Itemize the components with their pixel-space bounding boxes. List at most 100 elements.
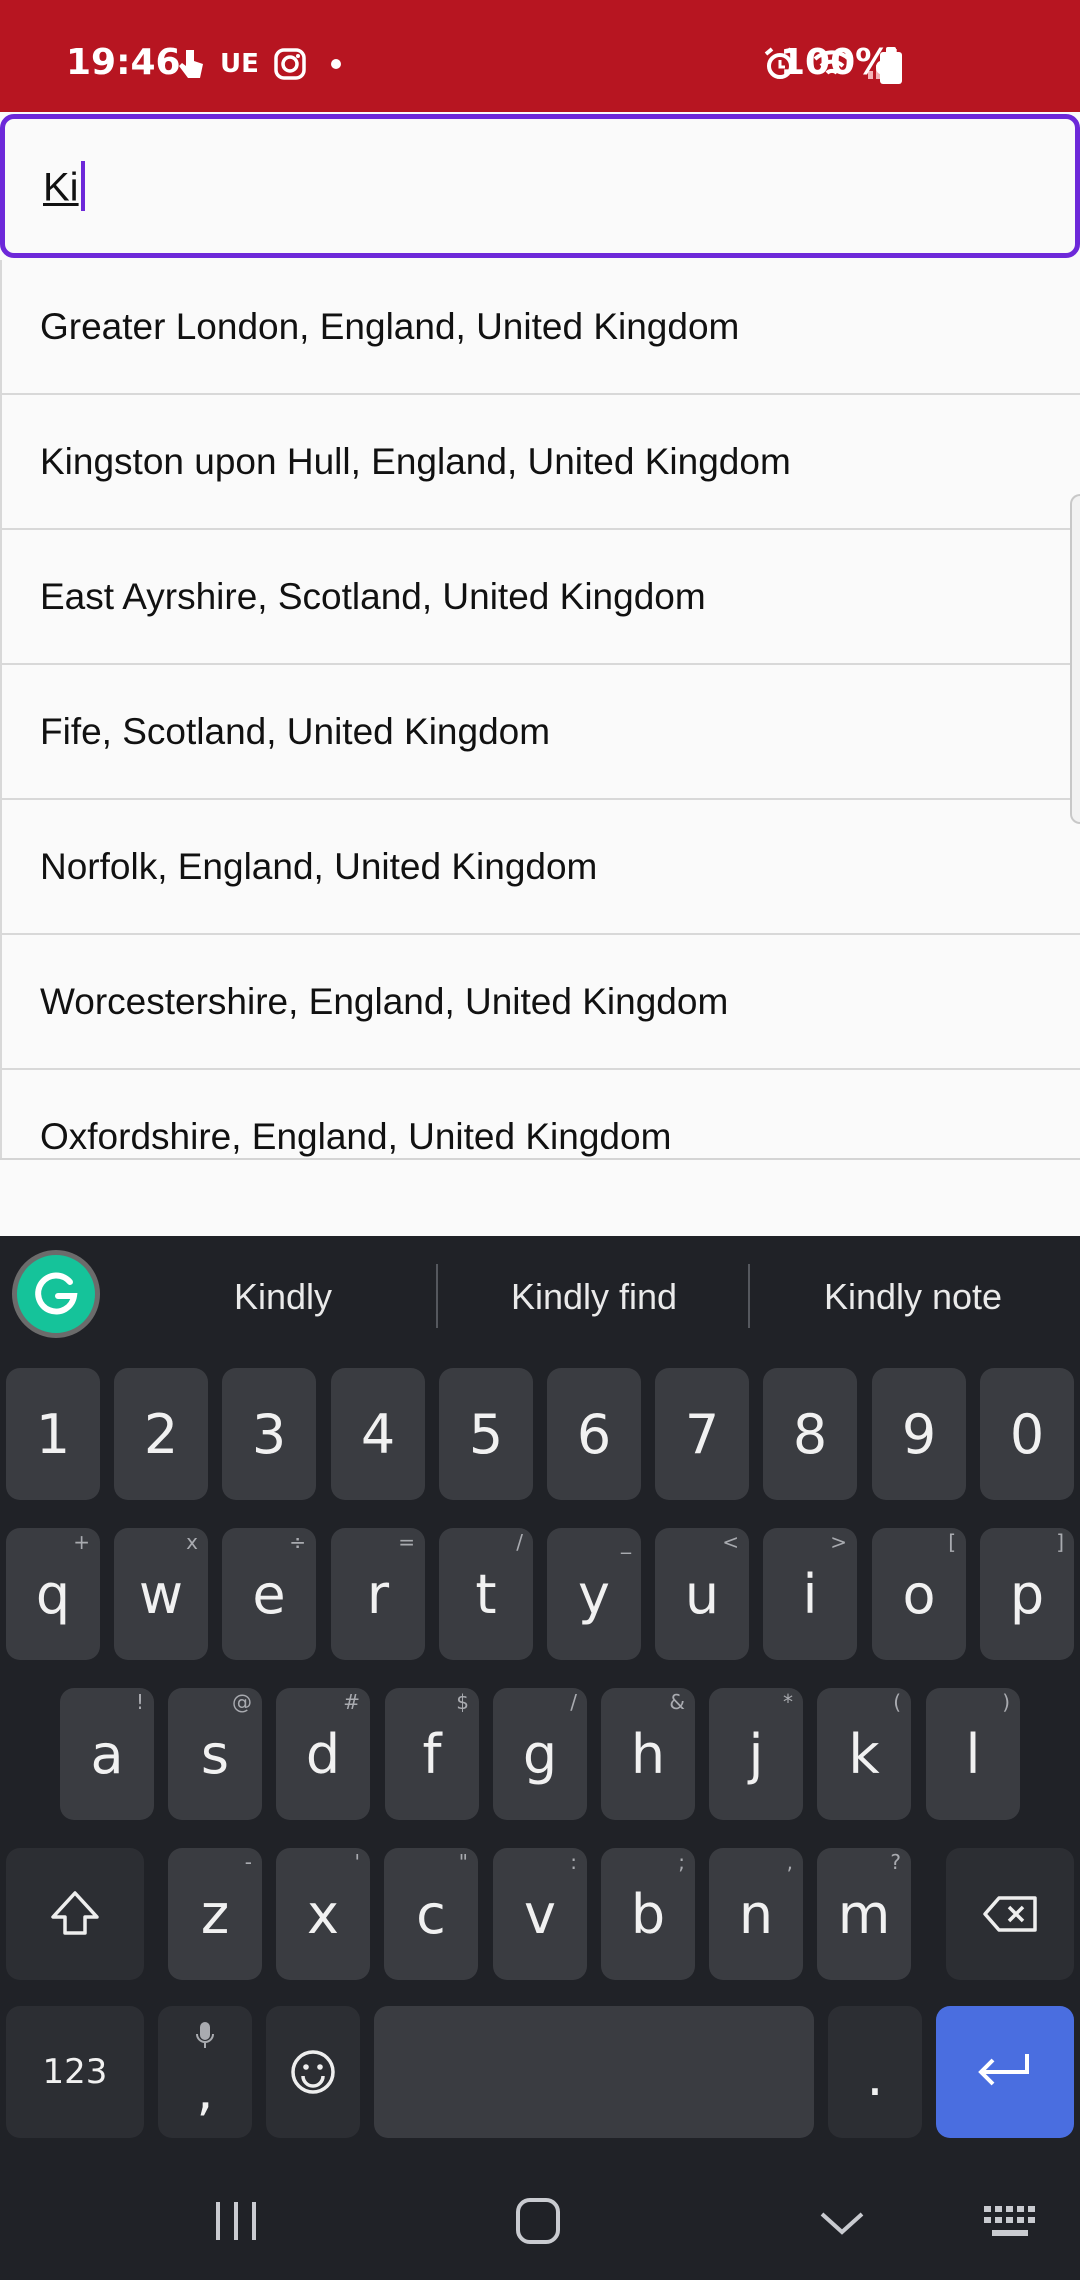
list-item[interactable]: East Ayrshire, Scotland, United Kingdom <box>0 530 1080 665</box>
key-n[interactable]: n, <box>709 1848 803 1980</box>
key-g[interactable]: g / <box>493 1688 587 1820</box>
key-6[interactable]: 6 <box>547 1368 641 1500</box>
key-8[interactable]: 8 <box>763 1368 857 1500</box>
autocomplete-results[interactable]: Greater London, England, United Kingdom … <box>0 260 1080 1160</box>
enter-key[interactable] <box>936 2006 1074 2138</box>
key-m[interactable]: m? <box>817 1848 911 1980</box>
key-q[interactable]: q + <box>6 1528 100 1660</box>
key-label: 2 <box>143 1402 179 1466</box>
key-hint: x <box>186 1530 198 1554</box>
home-icon[interactable] <box>514 2196 562 2246</box>
key-e[interactable]: e ÷ <box>222 1528 316 1660</box>
key-y[interactable]: y _ <box>547 1528 641 1660</box>
key-label: 5 <box>468 1402 504 1466</box>
key-hint: < <box>722 1530 739 1554</box>
key-s[interactable]: s @ <box>168 1688 262 1820</box>
key-label: h <box>630 1722 666 1786</box>
chevron-down-icon[interactable] <box>818 2208 866 2238</box>
list-item[interactable]: Oxfordshire, England, United Kingdom <box>0 1070 1080 1158</box>
key-1[interactable]: 1 <box>6 1368 100 1500</box>
grammarly-button[interactable] <box>12 1250 100 1338</box>
key-u[interactable]: u < <box>655 1528 749 1660</box>
key-9[interactable]: 9 <box>872 1368 966 1500</box>
battery-icon <box>880 47 902 84</box>
key-x[interactable]: x ' <box>276 1848 370 1980</box>
key-label: s <box>200 1722 230 1786</box>
key-z[interactable]: z- <box>168 1848 262 1980</box>
suggestion-bar: Kindly Kindly find Kindly note <box>0 1236 1080 1354</box>
shift-key[interactable] <box>6 1848 144 1980</box>
suggestion-3[interactable]: Kindly note <box>758 1276 1068 1318</box>
key-label: j <box>748 1722 764 1786</box>
key-w[interactable]: wx <box>114 1528 208 1660</box>
key-label: 8 <box>792 1402 828 1466</box>
key-hint: _ <box>621 1530 631 1554</box>
key-2[interactable]: 2 <box>114 1368 208 1500</box>
key-hint: - <box>244 1850 252 1874</box>
key-l[interactable]: l) <box>926 1688 1020 1820</box>
enter-icon <box>978 2054 1029 2086</box>
key-label: f <box>422 1722 442 1786</box>
key-hint: , <box>786 1850 793 1874</box>
scrollbar[interactable] <box>1070 494 1080 824</box>
key-label: x <box>307 1882 339 1946</box>
key-p[interactable]: p] <box>980 1528 1074 1660</box>
key-r[interactable]: r = <box>331 1528 425 1660</box>
key-d[interactable]: d # <box>276 1688 370 1820</box>
key-b[interactable]: b; <box>601 1848 695 1980</box>
comma-label: , <box>196 2058 214 2122</box>
key-t[interactable]: t / <box>439 1528 533 1660</box>
space-key[interactable] <box>374 2006 814 2138</box>
period-label: . <box>866 2044 884 2108</box>
suggestion-2[interactable]: Kindly find <box>446 1276 742 1318</box>
symbols-key[interactable]: 123 <box>6 2006 144 2138</box>
dot-icon <box>330 59 341 69</box>
key-i[interactable]: i > <box>763 1528 857 1660</box>
key-label: k <box>848 1722 880 1786</box>
key-j[interactable]: j * <box>709 1688 803 1820</box>
key-k[interactable]: k( <box>817 1688 911 1820</box>
shift-icon <box>51 1891 99 1935</box>
comma-voice-key[interactable]: , <box>158 2006 252 2138</box>
key-hint: ] <box>1056 1530 1064 1554</box>
key-label: g <box>522 1722 558 1786</box>
key-v[interactable]: v: <box>493 1848 587 1980</box>
key-hint: / <box>570 1690 577 1714</box>
key-label: 1 <box>35 1402 71 1466</box>
key-label: i <box>802 1562 818 1626</box>
keyboard-switch-icon[interactable] <box>982 2204 1038 2242</box>
key-5[interactable]: 5 <box>439 1368 533 1500</box>
key-hint: # <box>343 1690 360 1714</box>
key-3[interactable]: 3 <box>222 1368 316 1500</box>
key-label: e <box>252 1562 286 1626</box>
key-label: r <box>366 1562 390 1626</box>
key-c[interactable]: c " <box>384 1848 478 1980</box>
key-hint: * <box>783 1690 793 1714</box>
divider <box>436 1264 438 1328</box>
battery-percent: 100% <box>780 42 892 83</box>
list-item[interactable]: Worcestershire, England, United Kingdom <box>0 935 1080 1070</box>
backspace-key[interactable] <box>946 1848 1074 1980</box>
list-item[interactable]: Kingston upon Hull, England, United King… <box>0 395 1080 530</box>
period-key[interactable]: . <box>828 2006 922 2138</box>
list-item[interactable]: Fife, Scotland, United Kingdom <box>0 665 1080 800</box>
key-label: b <box>630 1882 666 1946</box>
key-f[interactable]: f $ <box>385 1688 479 1820</box>
status-time: 19:46 <box>66 42 181 83</box>
location-search-input[interactable]: Ki <box>0 114 1080 258</box>
emoji-key[interactable] <box>266 2006 360 2138</box>
key-o[interactable]: o[ <box>872 1528 966 1660</box>
key-7[interactable]: 7 <box>655 1368 749 1500</box>
key-h[interactable]: h & <box>601 1688 695 1820</box>
key-hint: = <box>398 1530 415 1554</box>
key-a[interactable]: a! <box>60 1688 154 1820</box>
list-item[interactable]: Greater London, England, United Kingdom <box>0 260 1080 395</box>
suggestion-1[interactable]: Kindly <box>140 1276 426 1318</box>
key-label: p <box>1009 1562 1045 1626</box>
key-0[interactable]: 0 <box>980 1368 1074 1500</box>
backspace-icon <box>983 1896 1037 1932</box>
recent-apps-icon[interactable] <box>212 2200 260 2242</box>
key-label: v <box>524 1882 556 1946</box>
key-4[interactable]: 4 <box>331 1368 425 1500</box>
list-item[interactable]: Norfolk, England, United Kingdom <box>0 800 1080 935</box>
